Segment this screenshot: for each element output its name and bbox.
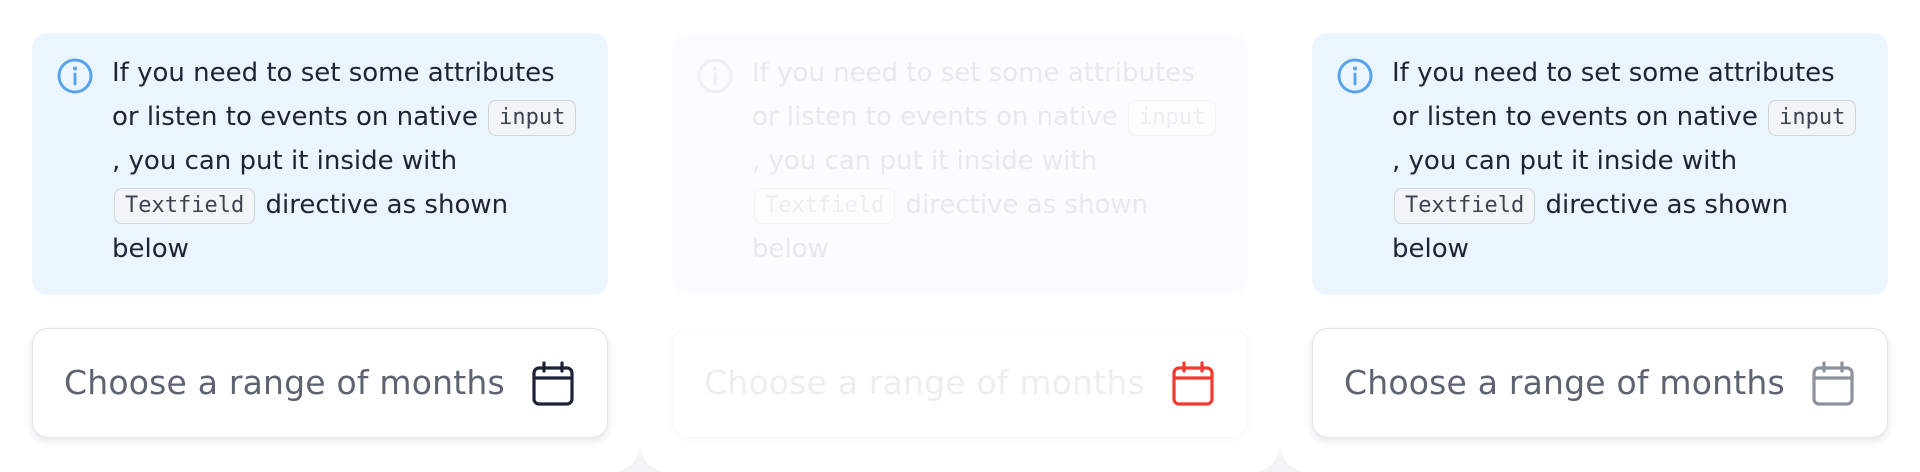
alert-message: If you need to set some attributes or li…: [112, 51, 582, 271]
alert-message: If you need to set some attributes or li…: [1392, 51, 1862, 271]
code-input: input: [488, 99, 577, 136]
info-alert: If you need to set some attributes or li…: [1312, 33, 1888, 295]
alert-text-2: , you can put it inside with: [1392, 146, 1738, 176]
alert-message: If you need to set some attributes or li…: [752, 51, 1222, 271]
code-input: input: [1768, 99, 1857, 136]
month-range-placeholder: Choose a range of months: [1344, 363, 1785, 402]
calendar-icon: [1172, 361, 1214, 406]
code-textfield: Textfield: [754, 187, 896, 224]
alert-text-2: , you can put it inside with: [112, 146, 458, 176]
code-textfield: Textfield: [114, 187, 256, 224]
calendar-icon[interactable]: [531, 361, 575, 407]
code-input: input: [1128, 99, 1217, 136]
info-alert: If you need to set some attributes or li…: [672, 33, 1248, 295]
code-textfield: Textfield: [1394, 187, 1536, 224]
month-range-placeholder: Choose a range of months: [704, 363, 1145, 402]
info-circle-icon: [57, 58, 93, 94]
month-range-placeholder: Choose a range of months: [64, 363, 505, 402]
preview-panel-disabled: If you need to set some attributes or li…: [640, 0, 1280, 472]
info-circle-icon: [1337, 58, 1373, 94]
month-range-field[interactable]: Choose a range of months: [1312, 328, 1888, 438]
info-alert: If you need to set some attributes or li…: [32, 33, 608, 295]
preview-panel-default: If you need to set some attributes or li…: [0, 0, 640, 472]
alert-text-2: , you can put it inside with: [752, 146, 1098, 176]
preview-panel-muted-icon: If you need to set some attributes or li…: [1280, 0, 1920, 472]
month-range-field-disabled: Choose a range of months: [672, 328, 1248, 438]
info-circle-icon: [697, 58, 733, 94]
month-range-field[interactable]: Choose a range of months: [32, 328, 608, 438]
calendar-icon[interactable]: [1811, 361, 1855, 407]
component-preview-board: If you need to set some attributes or li…: [0, 0, 1920, 472]
